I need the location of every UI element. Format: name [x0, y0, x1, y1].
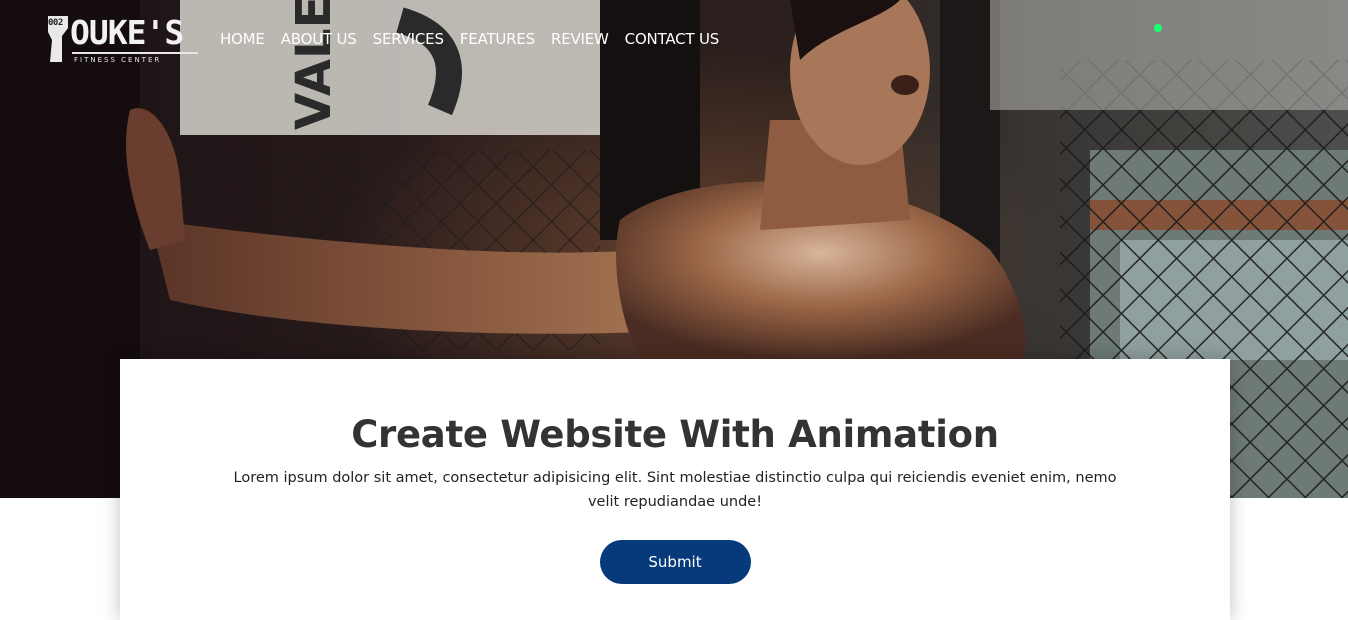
- nav-review[interactable]: REVIEW: [551, 30, 609, 48]
- logo-divider: [72, 52, 198, 54]
- nav-home[interactable]: HOME: [220, 30, 265, 48]
- nav-services[interactable]: SERVICES: [373, 30, 444, 48]
- content-card: Create Website With Animation Lorem ipsu…: [120, 359, 1230, 620]
- nav-features[interactable]: FEATURES: [460, 30, 535, 48]
- logo-tag: 002: [48, 18, 63, 28]
- svg-text:VALE: VALE: [286, 0, 342, 130]
- landing-page: VALE 002 OUKE'S FITNESS CENTER HOME ABOU…: [0, 0, 1348, 620]
- card-description: Lorem ipsum dolor sit amet, consectetur …: [233, 470, 1117, 510]
- main-navigation: HOME ABOUT US SERVICES FEATURES REVIEW C…: [220, 30, 719, 48]
- nav-about-us[interactable]: ABOUT US: [281, 30, 357, 48]
- card-title: Create Website With Animation: [351, 413, 999, 456]
- submit-button[interactable]: Submit: [599, 540, 751, 584]
- logo-tagline: FITNESS CENTER: [74, 56, 162, 64]
- logo-wordmark: OUKE'S: [70, 13, 184, 52]
- nav-contact-us[interactable]: CONTACT US: [625, 30, 720, 48]
- brand-logo[interactable]: 002 OUKE'S FITNESS CENTER: [44, 12, 204, 68]
